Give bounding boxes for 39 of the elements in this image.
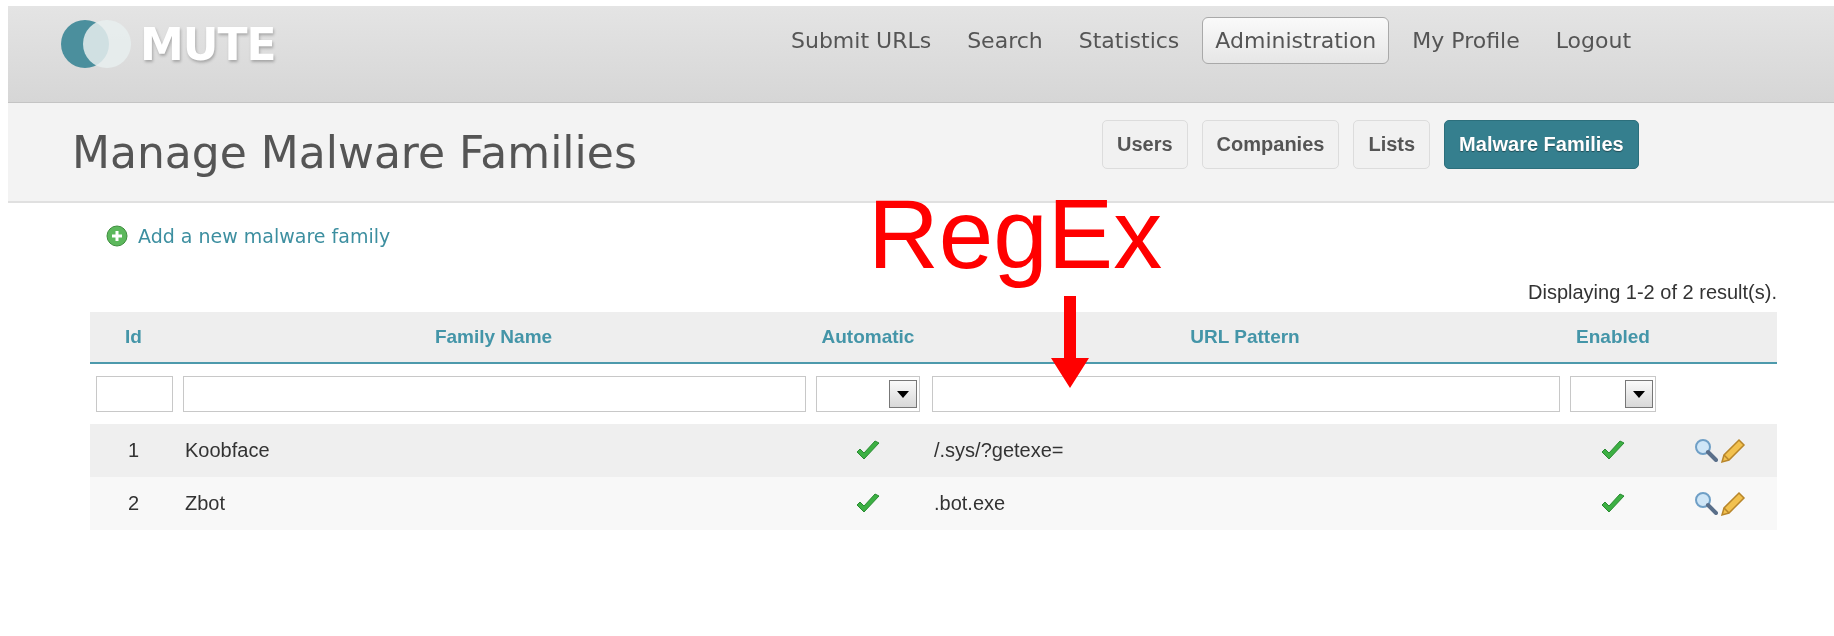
logo-icon	[60, 19, 132, 69]
tab[interactable]: Malware Families	[1444, 119, 1639, 169]
tab[interactable]: Users	[1102, 119, 1188, 169]
table-cell-text: .bot.exe	[933, 492, 1007, 515]
table-cell: 2	[127, 492, 140, 515]
column-header[interactable]: Enabled	[1576, 326, 1650, 348]
filter-field[interactable]	[96, 376, 173, 412]
add-family-link[interactable]: Add a new malware family	[138, 225, 391, 247]
caret-icon	[1633, 390, 1645, 398]
annotation-text: RegEx	[868, 178, 1163, 291]
table-cell-text: Koobface	[184, 439, 271, 462]
results-summary: Displaying 1-2 of 2 result(s).	[1527, 281, 1777, 304]
table-cell-text: /.sys/?getexe=	[933, 439, 1065, 462]
add-icon	[106, 225, 128, 247]
nav-link[interactable]: Logout	[1542, 16, 1645, 64]
column-header[interactable]: URL Pattern	[1190, 326, 1300, 348]
pencil-icon[interactable]	[1719, 490, 1746, 517]
nav-link[interactable]: Administration	[1202, 16, 1390, 64]
nav-link[interactable]: Search	[954, 16, 1056, 64]
down-arrow-icon	[1050, 296, 1090, 388]
tab[interactable]: Companies	[1201, 119, 1340, 169]
table-cell: 1	[127, 439, 140, 462]
search-icon[interactable]	[1693, 490, 1718, 515]
nav-link[interactable]: Statistics	[1065, 16, 1193, 64]
filter-select[interactable]	[816, 376, 920, 412]
nav-link[interactable]: Submit URLs	[778, 16, 945, 64]
nav-link[interactable]: My Profile	[1399, 16, 1533, 64]
tab[interactable]: Lists	[1353, 119, 1431, 169]
table-cell-text: Zbot	[184, 492, 227, 515]
pencil-icon[interactable]	[1719, 437, 1746, 464]
filter-select[interactable]	[1570, 376, 1656, 412]
column-header[interactable]: Family Name	[434, 326, 553, 348]
column-header[interactable]: Id	[125, 326, 142, 348]
filter-field[interactable]	[183, 376, 806, 412]
caret-icon	[897, 390, 909, 398]
column-header[interactable]: Automatic	[821, 326, 915, 348]
search-icon[interactable]	[1693, 437, 1718, 462]
filter-field[interactable]	[932, 376, 1560, 412]
page-title: Manage Malware Families	[72, 126, 638, 178]
